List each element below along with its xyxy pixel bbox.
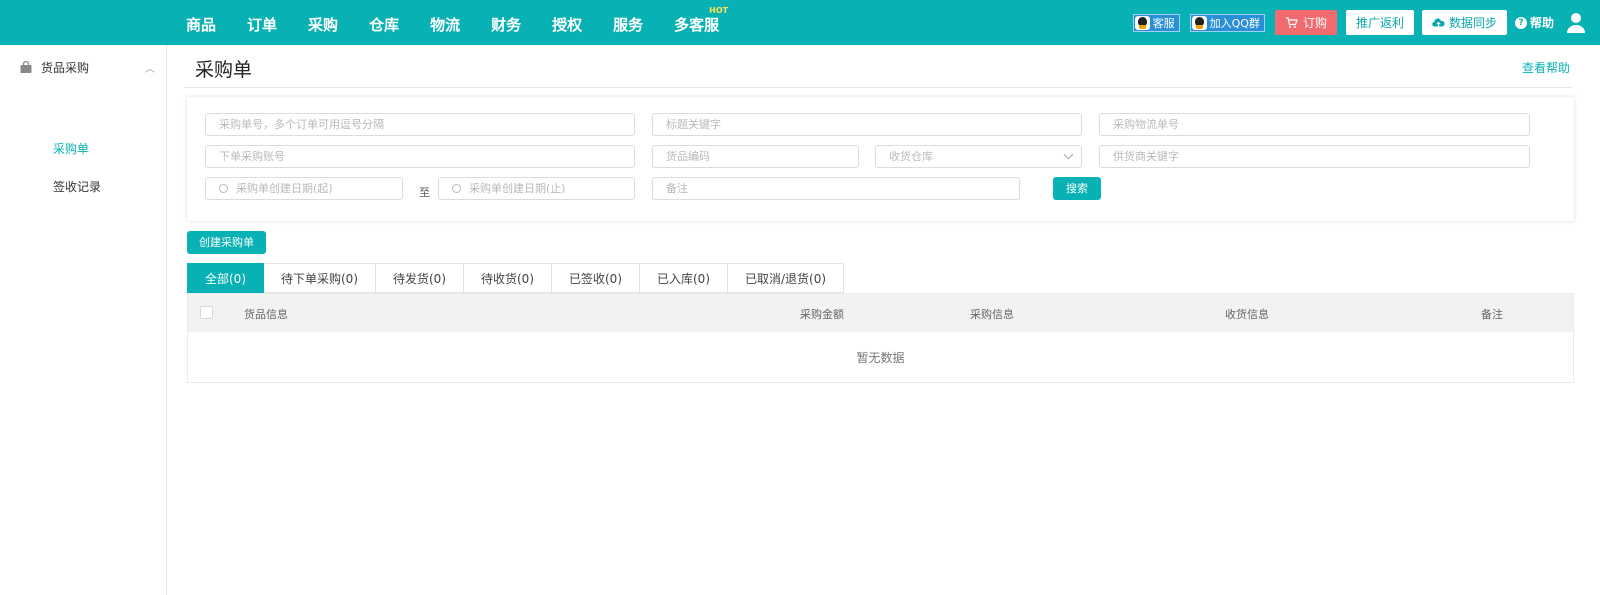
question-icon: ?	[1514, 16, 1527, 29]
date-end-placeholder: 采购单创建日期(止)	[469, 182, 566, 195]
join-qq-group-button[interactable]: 加入QQ群	[1189, 13, 1265, 32]
date-range-separator: 至	[419, 186, 430, 199]
sidebar-group-label: 货品采购	[41, 60, 90, 75]
hot-badge: HOT	[709, 6, 729, 15]
supplier-keyword-input[interactable]: 供货商关键字	[1099, 145, 1530, 168]
promo-rebate-button[interactable]: 推广返利	[1345, 10, 1414, 35]
create-purchase-order-button[interactable]: 创建采购单	[187, 231, 266, 254]
tab-all[interactable]: 全部(0)	[187, 263, 264, 293]
remark-input[interactable]: 备注	[652, 177, 1020, 200]
warehouse-select[interactable]: 收货仓库	[875, 145, 1082, 168]
nav-finance[interactable]: 财务	[491, 0, 521, 45]
column-receipt-info: 收货信息	[1225, 308, 1269, 321]
warehouse-select-placeholder: 收货仓库	[889, 150, 933, 163]
search-button[interactable]: 搜索	[1053, 177, 1101, 200]
nav-purchase[interactable]: 采购	[308, 0, 338, 45]
page-title: 采购单	[195, 59, 253, 81]
clock-icon	[452, 184, 461, 193]
sidebar-item-purchase-order[interactable]: 采购单	[53, 140, 89, 157]
tab-stocked[interactable]: 已入库(0)	[640, 263, 728, 293]
customer-service-button[interactable]: 客服	[1132, 13, 1180, 32]
tab-cancelled-returned[interactable]: 已取消/退货(0)	[728, 263, 845, 293]
nav-multi-customer-service[interactable]: 多客服 HOT	[674, 0, 728, 45]
help-label: 帮助	[1529, 16, 1554, 30]
tab-pending-purchase[interactable]: 待下单采购(0)	[264, 263, 376, 293]
column-remark: 备注	[1481, 308, 1503, 321]
nav-logistics[interactable]: 物流	[430, 0, 460, 45]
view-help-link[interactable]: 查看帮助	[1522, 59, 1570, 76]
purchase-account-input[interactable]: 下单采购账号	[205, 145, 635, 168]
column-purchase-info: 采购信息	[970, 308, 1014, 321]
nav-goods[interactable]: 商品	[186, 0, 216, 45]
nav-authorization[interactable]: 授权	[552, 0, 582, 45]
tab-pending-shipment[interactable]: 待发货(0)	[376, 263, 464, 293]
top-navbar: 商品 订单 采购 仓库 物流 财务 授权 服务 多客服 HOT 客服 加入QQ群…	[0, 0, 1600, 45]
table-header: 货品信息 采购金额 采购信息 收货信息 备注	[188, 294, 1573, 332]
data-sync-label: 数据同步	[1448, 16, 1497, 30]
sidebar-item-receipt-records[interactable]: 签收记录	[53, 178, 101, 195]
title-keyword-input[interactable]: 标题关键字	[652, 113, 1082, 136]
empty-state-text: 暂无数据	[856, 351, 905, 365]
qq-group-icon	[1191, 15, 1207, 30]
join-qq-group-label: 加入QQ群	[1209, 16, 1260, 30]
tab-signed[interactable]: 已签收(0)	[552, 263, 640, 293]
sidebar: 货品采购 ︿ 采购单 签收记录	[0, 45, 167, 595]
order-button[interactable]: 订购	[1274, 10, 1337, 35]
title-divider	[184, 87, 1572, 88]
data-sync-button[interactable]: 数据同步	[1421, 10, 1507, 35]
date-end-input[interactable]: 采购单创建日期(止)	[438, 177, 635, 200]
column-goods-info: 货品信息	[244, 308, 288, 321]
logistics-number-input[interactable]: 采购物流单号	[1099, 113, 1530, 136]
status-tabs: 全部(0) 待下单采购(0) 待发货(0) 待收货(0) 已签收(0) 已入库(…	[187, 263, 845, 293]
customer-service-label: 客服	[1152, 16, 1175, 30]
clock-icon	[219, 184, 228, 193]
cloud-upload-icon	[1432, 18, 1445, 27]
sidebar-group-goods-purchase[interactable]: 货品采购 ︿	[20, 57, 155, 77]
nav-warehouse[interactable]: 仓库	[369, 0, 399, 45]
main-nav: 商品 订单 采购 仓库 物流 财务 授权 服务 多客服 HOT	[186, 0, 750, 45]
user-icon[interactable]	[1566, 12, 1586, 34]
order-label: 订购	[1302, 16, 1327, 30]
shopping-bag-icon	[20, 61, 32, 73]
help-button[interactable]: ? 帮助	[1514, 14, 1554, 31]
nav-service[interactable]: 服务	[613, 0, 643, 45]
select-all-checkbox[interactable]	[200, 306, 213, 319]
date-start-input[interactable]: 采购单创建日期(起)	[205, 177, 403, 200]
date-start-placeholder: 采购单创建日期(起)	[236, 182, 333, 195]
goods-code-input[interactable]: 货品编码	[652, 145, 859, 168]
tab-pending-receipt[interactable]: 待收货(0)	[464, 263, 552, 293]
chevron-up-icon: ︿	[145, 63, 155, 75]
promo-rebate-label: 推广返利	[1355, 16, 1404, 30]
header-tools: 客服 加入QQ群 订购 推广返利 数据同步 ? 帮助	[1132, 10, 1586, 35]
nav-orders[interactable]: 订单	[247, 0, 277, 45]
filter-panel: 采购单号，多个订单可用逗号分隔 标题关键字 采购物流单号 下单采购账号 货品编码…	[187, 97, 1574, 221]
chevron-down-icon	[1063, 149, 1074, 160]
column-purchase-amount: 采购金额	[800, 308, 844, 321]
purchase-order-table: 货品信息 采购金额 采购信息 收货信息 备注 暂无数据	[187, 293, 1574, 383]
cart-icon	[1285, 16, 1298, 28]
order-number-input[interactable]: 采购单号，多个订单可用逗号分隔	[205, 113, 635, 136]
qq-icon	[1134, 15, 1150, 30]
